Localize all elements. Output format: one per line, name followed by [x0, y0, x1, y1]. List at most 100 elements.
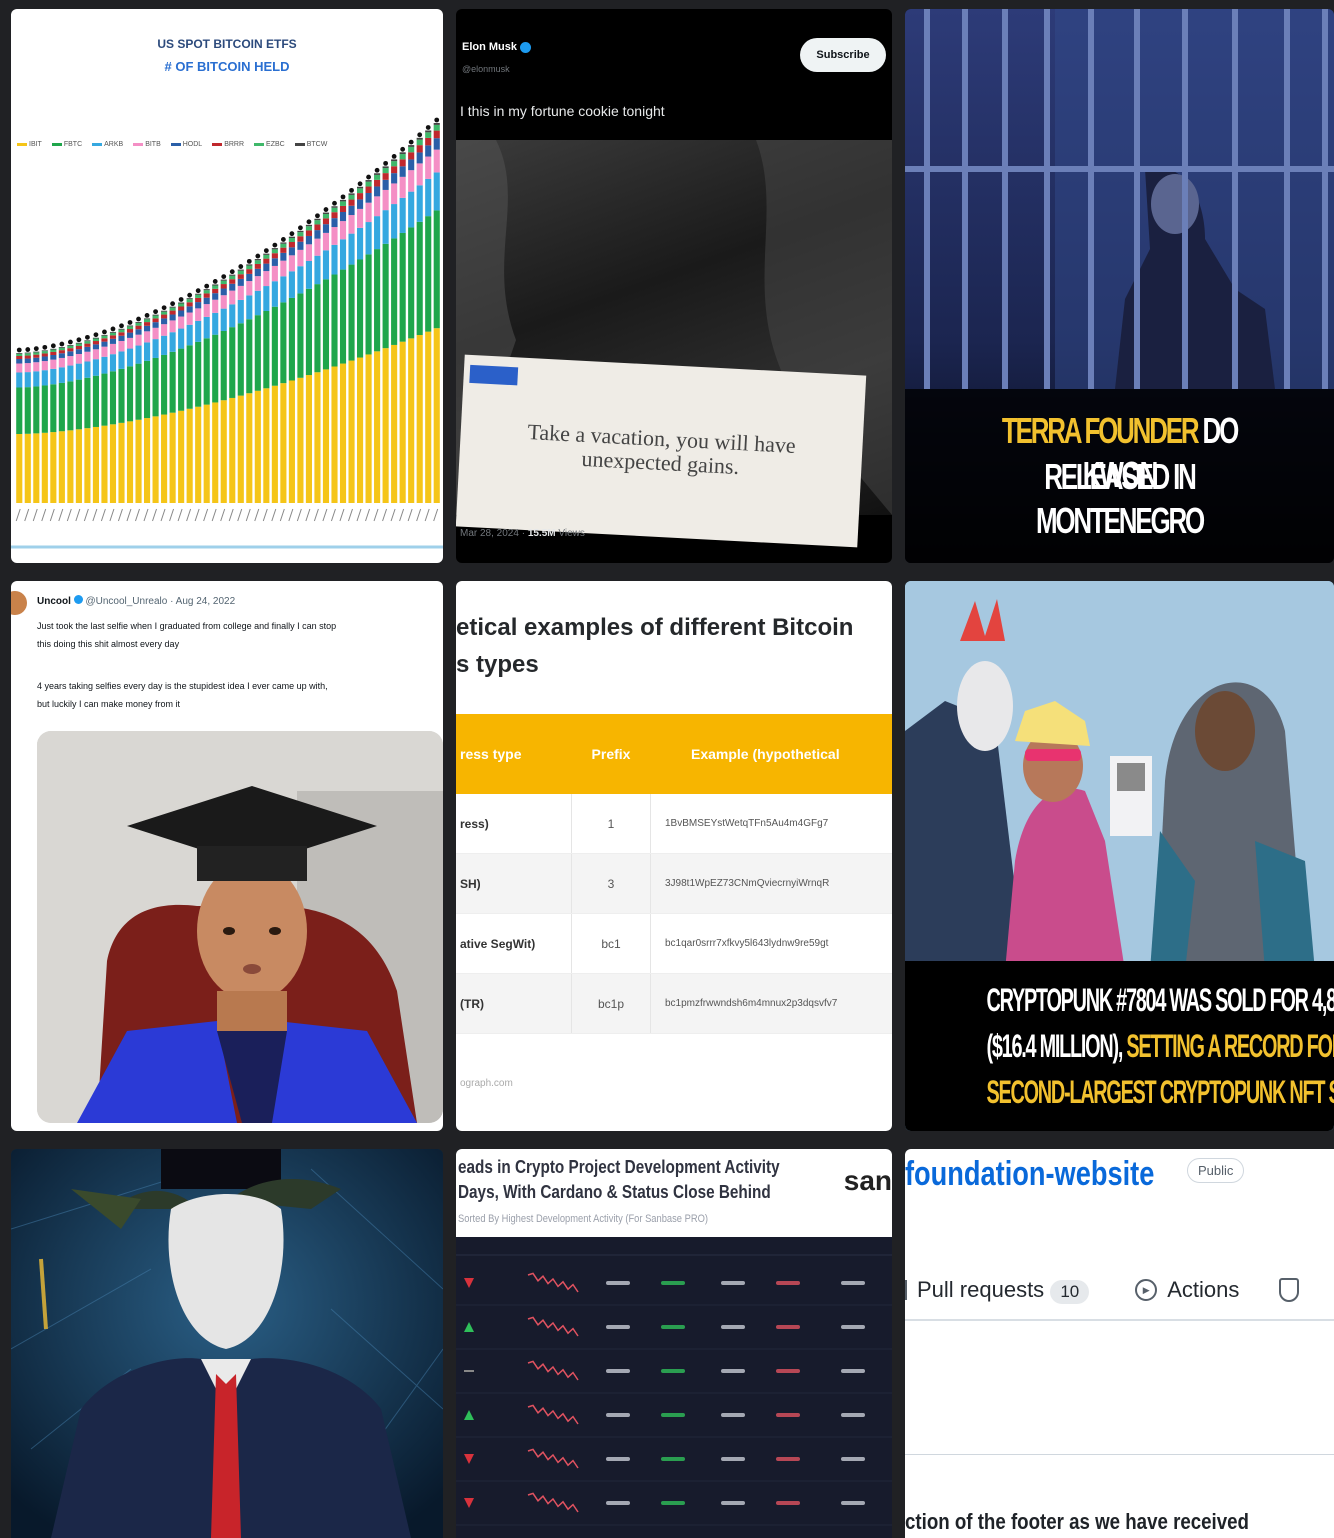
- apple-businessman-thumbnail[interactable]: [11, 1149, 443, 1538]
- chart-bar-segment: [365, 202, 372, 223]
- github-repo-thumbnail[interactable]: foundation-website Public Pull requests …: [905, 1149, 1334, 1538]
- chart-bar-segment: [101, 425, 108, 503]
- table-row: (TR) bc1p bc1pmzfrwwndsh6m4mnux2p3dqsvfv7: [456, 974, 892, 1034]
- chart-x-tick: [186, 508, 192, 522]
- chart-bar-segment: [75, 345, 82, 350]
- tweet-paragraph-2: 4 years taking selfies every day is the …: [37, 681, 328, 709]
- chart-bar-segment: [246, 273, 253, 282]
- chart-total-marker: [238, 264, 244, 269]
- selfie-tweet-thumbnail[interactable]: Uncool @Uncool_Unrealo · Aug 24, 2022 Ju…: [11, 581, 443, 1131]
- chart-bar-segment: [75, 379, 82, 430]
- chart-bar-segment: [195, 294, 202, 298]
- chart-bar-segment: [271, 253, 278, 259]
- verified-icon: [73, 595, 83, 604]
- chart-bar-segment: [425, 331, 432, 503]
- chart-bar-segment: [314, 238, 321, 256]
- chart-bar-segment: [229, 327, 236, 398]
- chart-bar-segment: [288, 238, 295, 243]
- dev-activity-table-thumbnail[interactable]: eads in Crypto Project Development Activ…: [456, 1149, 892, 1538]
- chart-bar-segment: [391, 173, 398, 184]
- tweet-date: Mar 28, 2024: [460, 528, 519, 539]
- chart-total-marker: [144, 312, 150, 318]
- chart-bar-segment: [246, 393, 253, 503]
- legend-swatch: [170, 143, 181, 146]
- chart-bar-segment: [374, 249, 381, 352]
- pull-requests-tab[interactable]: Pull requests 10: [917, 1277, 1090, 1304]
- activity-value: [661, 1325, 685, 1329]
- table-header-banner: eads in Crypto Project Development Activ…: [456, 1149, 892, 1237]
- chart-bar-segment: [391, 183, 398, 205]
- chart-bar-segment: [50, 349, 57, 352]
- chart-bar-segment: [280, 260, 287, 277]
- chart-bar-segment: [425, 178, 432, 217]
- chart-bar-segment: [357, 259, 364, 358]
- chart-bar-segment: [33, 352, 40, 355]
- chart-bar-segment: [271, 258, 278, 266]
- chart-total-marker: [59, 341, 65, 347]
- chart-bar-segment: [67, 351, 74, 357]
- chart-total-marker: [50, 343, 56, 349]
- chart-bar-segment: [263, 310, 270, 389]
- activity-value: [661, 1281, 685, 1285]
- chart-total-marker: [229, 269, 235, 275]
- chart-bar-segment: [84, 377, 91, 429]
- fortune-tweet-thumbnail[interactable]: Elon Musk @elonmusk Subscribe I this in …: [456, 9, 892, 563]
- legend-swatch: [92, 143, 103, 146]
- activity-value: [776, 1281, 800, 1285]
- chart-bar-segment: [75, 349, 82, 354]
- repo-name-link[interactable]: foundation-website: [905, 1155, 1154, 1194]
- chart-bar-segment: [433, 328, 440, 503]
- cryptopunk-news-thumbnail[interactable]: CRYPTOPUNK #7804 WAS SOLD FOR 4,850 ETH …: [905, 581, 1334, 1131]
- chart-bar-segment: [382, 348, 389, 503]
- etf-chart-thumbnail[interactable]: US SPOT BITCOIN ETFS # OF BITCOIN HELD I…: [11, 9, 443, 563]
- chart-bar-segment: [24, 355, 31, 359]
- chart-bar-segment: [339, 211, 347, 222]
- chart-bar-segment: [126, 325, 134, 327]
- legend-swatch: [294, 143, 305, 146]
- chart-bar-segment: [288, 255, 295, 272]
- subscribe-button[interactable]: Subscribe: [800, 38, 886, 72]
- cryptopunk-headline: CRYPTOPUNK #7804 WAS SOLD FOR 4,850 ETH …: [905, 977, 1334, 1115]
- chart-bar-segment: [237, 395, 244, 503]
- chart-bar-segment: [246, 264, 253, 266]
- chart-bar-segment: [237, 285, 244, 300]
- chart-bar-segment: [67, 348, 74, 352]
- chart-total-marker: [255, 253, 261, 259]
- activity-value: [661, 1369, 685, 1373]
- chart-bar-segment: [41, 353, 48, 357]
- chart-bar-segment: [391, 161, 398, 167]
- chart-bar-segment: [280, 252, 287, 261]
- activity-value: [721, 1501, 745, 1505]
- chart-bar-segment: [169, 412, 176, 503]
- chart-bar-segment: [135, 325, 142, 330]
- chart-total-marker: [246, 258, 252, 264]
- chart-bar-segment: [135, 419, 142, 503]
- chart-bar-segment: [391, 344, 398, 503]
- legend-swatch: [254, 143, 265, 146]
- chart-bar-segment: [348, 360, 355, 503]
- chart-bar-segment: [50, 354, 57, 360]
- chart-bar-segment: [58, 347, 65, 351]
- chart-bar-segment: [186, 306, 193, 313]
- chart-bar-segment: [161, 354, 168, 415]
- chart-bar-segment: [41, 351, 48, 354]
- chart-total-marker: [136, 316, 141, 322]
- chart-bar-segment: [16, 359, 23, 364]
- chart-bar-segment: [152, 318, 159, 323]
- chart-bar-segment: [109, 335, 117, 339]
- chart-bar-segment: [271, 306, 278, 386]
- chart-bar-segment: [399, 159, 406, 167]
- chart-bar-segment: [433, 210, 440, 329]
- table-subtitle: Sorted By Highest Development Activity (…: [458, 1213, 708, 1225]
- chart-total-marker: [102, 329, 107, 335]
- chart-bar-segment: [186, 345, 193, 409]
- actions-tab[interactable]: Actions: [1167, 1277, 1239, 1303]
- chart-bar-segment: [24, 363, 31, 373]
- chart-bar-segment: [365, 186, 372, 193]
- chart-bar-segment: [374, 179, 381, 187]
- chart-bar-segment: [186, 299, 193, 303]
- terra-news-thumbnail[interactable]: TERRA FOUNDER DO KWON RELEASED IN MONTEN…: [905, 9, 1334, 563]
- chart-bar-segment: [237, 323, 244, 396]
- chart-bar-segment: [16, 372, 23, 388]
- bitcoin-address-table-thumbnail[interactable]: etical examples of different Bitcoin s t…: [456, 581, 892, 1131]
